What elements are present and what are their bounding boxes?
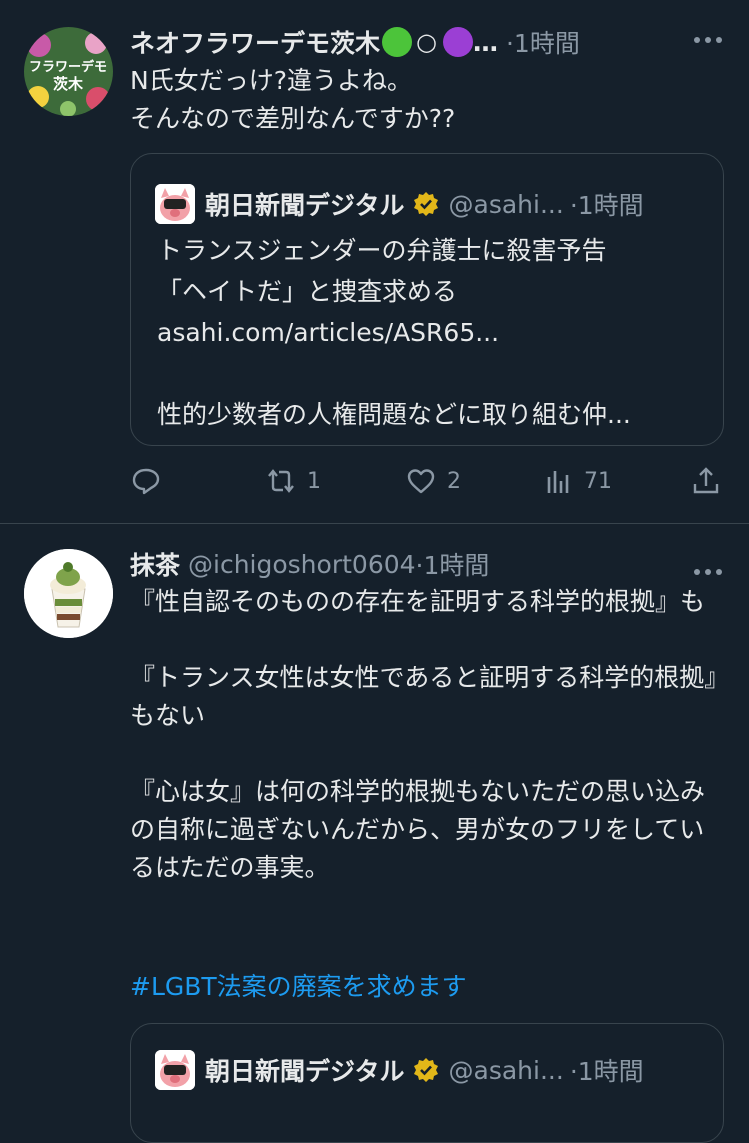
retweet-count: 1 (307, 468, 321, 494)
timestamp[interactable]: ·1時間 (416, 546, 490, 582)
tweet-text: N氏女だっけ?違うよね。 そんなので差別なんですか?? (130, 66, 456, 133)
quoted-tweet-header: 朝日新聞デジタル @asahi... ·1時間 (155, 184, 644, 224)
quoted-tweet[interactable]: 朝日新聞デジタル @asahi... ·1時間 (130, 1023, 724, 1143)
svg-text:フラワーデモ: フラワーデモ (29, 59, 107, 75)
quoted-tweet[interactable]: 朝日新聞デジタル @asahi... ·1時間 トランスジェンダーの弁護士に殺害… (130, 153, 724, 446)
timestamp[interactable]: ·1時間 (506, 24, 580, 60)
tweet-actions: 1 2 71 (130, 461, 725, 501)
like-button[interactable]: 2 (405, 461, 461, 501)
verified-gold-badge-icon (413, 191, 439, 217)
reply-button[interactable] (130, 461, 162, 501)
name-ellipsis: … (472, 27, 498, 57)
green-circle-emoji (382, 27, 413, 57)
pig-avatar-icon[interactable] (155, 1050, 195, 1090)
quoted-tweet-header: 朝日新聞デジタル @asahi... ·1時間 (155, 1050, 644, 1090)
views-button[interactable]: 71 (542, 461, 612, 501)
hashtag[interactable]: #LGBT法案の廃案を求めます (130, 972, 467, 1001)
quoted-author-name[interactable]: 朝日新聞デジタル (205, 186, 405, 222)
tweet-header: 抹茶 @ichigoshort0604 ·1時間 (130, 544, 729, 584)
purple-circle-emoji (442, 27, 473, 57)
avatar[interactable]: フラワーデモ 茨木 (24, 27, 113, 116)
tweet-text: 『性自認そのものの存在を証明する科学的根拠』も 『トランス女性は女性であると証明… (130, 587, 717, 882)
quoted-handle[interactable]: @asahi... (449, 1056, 564, 1085)
quoted-author-name[interactable]: 朝日新聞デジタル (205, 1052, 405, 1088)
author-name[interactable]: 抹茶 (130, 546, 180, 582)
author-suffix: ○ (416, 28, 437, 56)
hashtag-link[interactable]: #LGBT法案の廃案を求めます (130, 968, 725, 1006)
share-button[interactable] (690, 461, 722, 501)
quoted-tweet-text: トランスジェンダーの弁護士に殺害予告 「ヘイトだ」と捜査求める asahi.co… (157, 236, 631, 429)
svg-text:茨木: 茨木 (53, 75, 84, 93)
verified-gold-badge-icon (413, 1057, 439, 1083)
author-handle[interactable]: @ichigoshort0604 (188, 550, 416, 579)
pig-avatar-icon[interactable] (155, 184, 195, 224)
quoted-timestamp[interactable]: ·1時間 (570, 1052, 644, 1088)
tweet-header: ネオフラワーデモ茨木 ○ … ·1時間 (130, 22, 729, 62)
like-count: 2 (447, 468, 461, 494)
author-name[interactable]: ネオフラワーデモ茨木 (130, 24, 380, 60)
share-icon (693, 467, 719, 494)
more-icon[interactable] (693, 558, 723, 583)
tweet-2[interactable]: 抹茶 @ichigoshort0604 ·1時間 『性自認そのものの存在を証明す… (0, 524, 749, 1143)
retweet-icon (268, 469, 294, 493)
retweet-button[interactable]: 1 (265, 461, 321, 501)
avatar[interactable] (24, 549, 113, 638)
quoted-timestamp[interactable]: ·1時間 (570, 186, 644, 222)
heart-icon (407, 469, 435, 494)
quoted-handle[interactable]: @asahi... (449, 190, 564, 219)
views-chart-icon (547, 471, 569, 493)
views-count: 71 (584, 468, 612, 494)
more-icon[interactable] (693, 26, 723, 51)
reply-icon (132, 468, 160, 495)
tweet-1[interactable]: フラワーデモ 茨木 ネオフラワーデモ茨木 ○ … ·1時間 N氏女だっけ?違うよ… (0, 0, 749, 524)
